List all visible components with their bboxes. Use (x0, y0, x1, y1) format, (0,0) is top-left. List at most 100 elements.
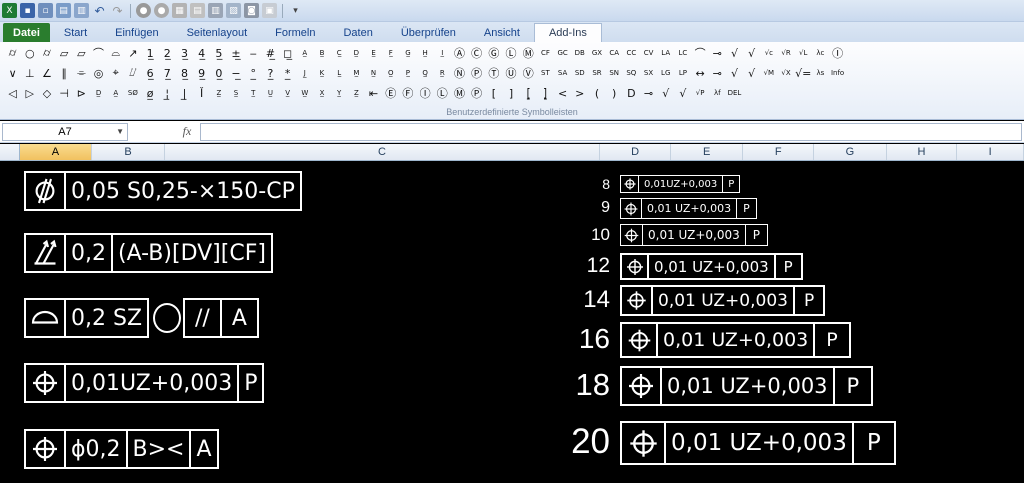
symbol-button[interactable]: ⌰ (124, 64, 141, 82)
symbol-button[interactable]: G̲ (399, 44, 416, 62)
symbol-button[interactable]: ST (537, 64, 554, 82)
column-header-h[interactable]: H (887, 144, 958, 160)
symbol-button[interactable]: 1̲ (142, 44, 159, 62)
symbol-button[interactable]: ⌒ (692, 44, 709, 62)
symbol-button[interactable]: ] (502, 84, 519, 102)
symbol-button[interactable]: T̲ (245, 84, 262, 102)
camera-icon[interactable]: ◙ (244, 3, 259, 18)
symbol-button[interactable]: Ⓜ (451, 84, 468, 102)
tab-datei[interactable]: Datei (3, 23, 50, 42)
symbol-button[interactable]: ▷ (21, 84, 38, 102)
symbol-button[interactable]: 9̲ (193, 64, 210, 82)
symbol-button[interactable]: 0̲ (210, 64, 227, 82)
symbol-button[interactable]: ⊸ (640, 84, 657, 102)
symbol-button[interactable]: SR (588, 64, 605, 82)
excel-logo-icon[interactable]: X (2, 3, 17, 18)
symbol-button[interactable]: ( (588, 84, 605, 102)
record-icon[interactable]: ● (136, 3, 151, 18)
symbol-button[interactable]: LG (657, 64, 674, 82)
symbol-button[interactable]: ø̲ (142, 84, 159, 102)
symbol-button[interactable]: F̲ (382, 44, 399, 62)
tab-daten[interactable]: Daten (329, 23, 386, 42)
symbol-button[interactable]: SØ (124, 84, 141, 102)
format-icon[interactable]: ▧ (226, 3, 241, 18)
symbol-button[interactable]: √c (760, 44, 777, 62)
name-box[interactable]: A7 ▼ (2, 122, 128, 141)
symbol-button[interactable]: 7̲ (159, 64, 176, 82)
symbol-button[interactable]: C̲ (331, 44, 348, 62)
column-header-a[interactable]: A (19, 144, 93, 160)
symbol-button[interactable]: Ⓥ (520, 64, 537, 82)
symbol-button[interactable]: ◻̲ (279, 44, 296, 62)
symbol-button[interactable]: I̲ (434, 44, 451, 62)
symbol-button[interactable]: ⦌ (537, 84, 554, 102)
symbol-button[interactable]: Ⓕ (399, 84, 416, 102)
symbol-button[interactable]: Ⓛ (502, 44, 519, 62)
symbol-button[interactable]: ⊸ (709, 44, 726, 62)
symbol-button[interactable]: λs (812, 64, 829, 82)
symbol-button[interactable]: λf (709, 84, 726, 102)
symbol-button[interactable]: N̲ (365, 64, 382, 82)
symbol-button[interactable]: P̲ (399, 64, 416, 82)
symbol-button[interactable]: Ⓟ (468, 84, 485, 102)
symbol-button[interactable]: √X (777, 64, 794, 82)
customize-toolbar-icon[interactable]: ▾ (288, 3, 303, 18)
symbol-button[interactable]: GX (588, 44, 605, 62)
table-icon[interactable]: ▤ (190, 3, 205, 18)
symbol-button[interactable]: Ⓐ (451, 44, 468, 62)
symbol-button[interactable]: ⌭ (38, 44, 55, 62)
tab-einfügen[interactable]: Einfügen (101, 23, 172, 42)
symbol-button[interactable]: Ⓔ (382, 84, 399, 102)
symbol-button[interactable]: SX (640, 64, 657, 82)
symbol-button[interactable]: U̲ (262, 84, 279, 102)
symbol-button[interactable]: √R (777, 44, 794, 62)
symbol-button[interactable]: ⌭ (4, 44, 21, 62)
printer-icon[interactable]: ▥ (208, 3, 223, 18)
symbol-button[interactable]: CF (537, 44, 554, 62)
feature-control-frame[interactable]: 0,2 SZ (24, 298, 150, 338)
open-icon[interactable]: ▫ (38, 3, 53, 18)
symbol-button[interactable]: K̲ (313, 64, 330, 82)
symbol-button[interactable]: Ⓜ (520, 44, 537, 62)
insert-function-icon[interactable]: fx (178, 124, 196, 139)
formula-input[interactable] (200, 122, 1022, 141)
symbol-button[interactable]: R̲ (434, 64, 451, 82)
redo-icon[interactable]: ↷ (110, 3, 125, 18)
symbol-button[interactable]: ¦̲ (159, 84, 176, 102)
symbol-button[interactable]: ⊸ (709, 64, 726, 82)
symbol-button[interactable]: Ⓝ (451, 64, 468, 82)
symbol-button[interactable]: Ⓘ (417, 84, 434, 102)
symbol-button[interactable]: *̲ (279, 64, 296, 82)
symbol-button[interactable]: CC (623, 44, 640, 62)
symbol-button[interactable]: 6̲ (142, 64, 159, 82)
symbol-button[interactable]: SN (606, 64, 623, 82)
symbol-button[interactable]: Info (829, 64, 846, 82)
symbol-button[interactable]: H̲ (417, 44, 434, 62)
symbol-button[interactable]: √ (726, 44, 743, 62)
symbol-button[interactable]: O̲ (382, 64, 399, 82)
symbol-button[interactable]: ◇ (38, 84, 55, 102)
feature-control-frame[interactable]: 0,01UZ+0,003 P (24, 363, 265, 403)
symbol-button[interactable]: A̲ (296, 44, 313, 62)
feature-control-frame[interactable]: 0,01 UZ+0,003 P (620, 285, 826, 316)
symbol-button[interactable]: D̲ (90, 84, 107, 102)
symbol-button[interactable]: B̲ (313, 44, 330, 62)
symbol-button[interactable]: ⦋ (520, 84, 537, 102)
symbol-button[interactable]: Ⓖ (485, 44, 502, 62)
symbol-button[interactable]: M̲ (348, 64, 365, 82)
column-header-b[interactable]: B (92, 144, 165, 160)
tab-add-ins[interactable]: Add-Ins (533, 23, 602, 42)
symbol-button[interactable]: ∠ (38, 64, 55, 82)
feature-control-frame[interactable]: 0,2 (A-B)[DV][CF] (24, 233, 273, 273)
symbol-button[interactable]: CV (640, 44, 657, 62)
save-icon[interactable]: ▪ (20, 3, 35, 18)
select-all-corner[interactable] (0, 144, 20, 160)
symbol-button[interactable]: √ (743, 44, 760, 62)
symbol-button[interactable]: √L (795, 44, 812, 62)
symbol-button[interactable]: ▱ (73, 44, 90, 62)
symbol-button[interactable]: LP (674, 64, 691, 82)
feature-control-frame[interactable]: 0,01UZ+0,003 P (620, 175, 741, 193)
symbol-button[interactable]: J̲ (296, 64, 313, 82)
symbol-button[interactable]: LC (674, 44, 691, 62)
symbol-button[interactable]: L̲ (331, 64, 348, 82)
